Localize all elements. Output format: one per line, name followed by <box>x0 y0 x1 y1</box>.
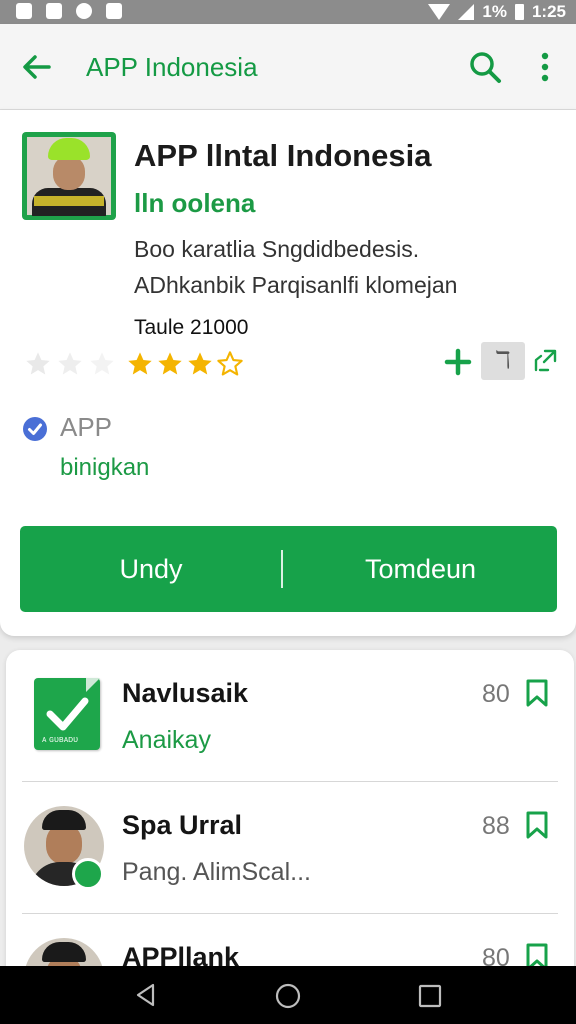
description-line: ADhkanbik Parqisanlfi klomejan <box>134 272 458 298</box>
notification-icon <box>16 3 32 19</box>
bookmark-icon[interactable] <box>524 678 550 708</box>
list-item-title: Spa Urral <box>122 810 243 840</box>
list-item-count: 80 <box>482 680 510 708</box>
search-icon[interactable] <box>466 48 504 86</box>
star-empty-icon <box>90 352 114 375</box>
nav-recents-icon[interactable] <box>418 984 442 1008</box>
more-options-icon[interactable] <box>528 48 562 86</box>
check-document-icon: ᴀ ɢᴜʙᴀᴅᴜ <box>34 678 100 750</box>
add-icon[interactable] <box>442 346 474 378</box>
back-arrow-icon[interactable] <box>18 48 56 86</box>
star-filled-icon <box>188 352 212 375</box>
battery-icon <box>514 4 524 20</box>
clock: 1:25 <box>531 2 566 21</box>
list-item-title: Navlusaik <box>122 678 249 708</box>
status-bar: 1% 1:25 <box>0 0 576 24</box>
download-count: Taule 21000 <box>134 316 249 339</box>
star-empty-icon <box>58 352 82 375</box>
app-name: APP llntal Indonesia <box>134 138 432 173</box>
list-item-subtitle: Pang. AlimScal... <box>122 858 311 886</box>
install-button[interactable]: Undy <box>20 526 282 612</box>
wifi-icon <box>428 4 451 20</box>
verified-label: APP <box>60 412 113 442</box>
app-icon <box>22 132 116 220</box>
app-bar: APP Indonesia <box>0 24 576 110</box>
list-item-count: 88 <box>482 812 510 840</box>
star-filled-icon <box>158 352 182 375</box>
icon-caption: ᴀ ɢᴜʙᴀᴅᴜ <box>42 734 79 744</box>
rating-background <box>24 350 116 378</box>
category-link[interactable]: binigkan <box>60 454 149 482</box>
message-icon <box>106 3 122 19</box>
wishlist-button[interactable]: ℸ <box>481 342 525 380</box>
badge-icon <box>72 858 104 890</box>
page-title: APP Indonesia <box>86 52 258 82</box>
bookmark-icon[interactable] <box>524 810 550 840</box>
battery-percent: 1% <box>482 2 507 21</box>
shield-icon <box>76 3 92 19</box>
notification-icon <box>46 3 62 19</box>
open-button[interactable]: Tomdeun <box>284 526 557 612</box>
list-item[interactable]: Spa Urral Pang. AlimScal... 88 <box>6 782 574 914</box>
developer-link[interactable]: lln oolena <box>134 188 255 219</box>
star-outline-icon <box>217 351 243 376</box>
description-line: Boo karatlia Sngdidbedesis. <box>134 236 420 262</box>
nav-home-icon[interactable] <box>274 982 302 1010</box>
action-bar: Undy Tomdeun <box>20 526 557 612</box>
star-empty-icon <box>26 352 50 375</box>
list-item-subtitle: Anaikay <box>122 726 211 754</box>
list-item[interactable]: ᴀ ɢᴜʙᴀᴅᴜ Navlusaik Anaikay 80 <box>6 650 574 782</box>
related-apps-card: ᴀ ɢᴜʙᴀᴅᴜ Navlusaik Anaikay 80 Spa Urral … <box>6 650 574 980</box>
nav-back-icon[interactable] <box>133 982 159 1008</box>
verified-icon <box>23 417 47 441</box>
rating-stars <box>126 350 244 378</box>
share-icon[interactable] <box>532 348 558 374</box>
navigation-bar <box>0 966 576 1024</box>
star-filled-icon <box>128 352 152 375</box>
button-divider <box>281 550 283 588</box>
notification-icons <box>16 3 122 19</box>
signal-icon <box>458 4 475 20</box>
app-detail-card: APP llntal Indonesia lln oolena Boo kara… <box>0 110 576 636</box>
